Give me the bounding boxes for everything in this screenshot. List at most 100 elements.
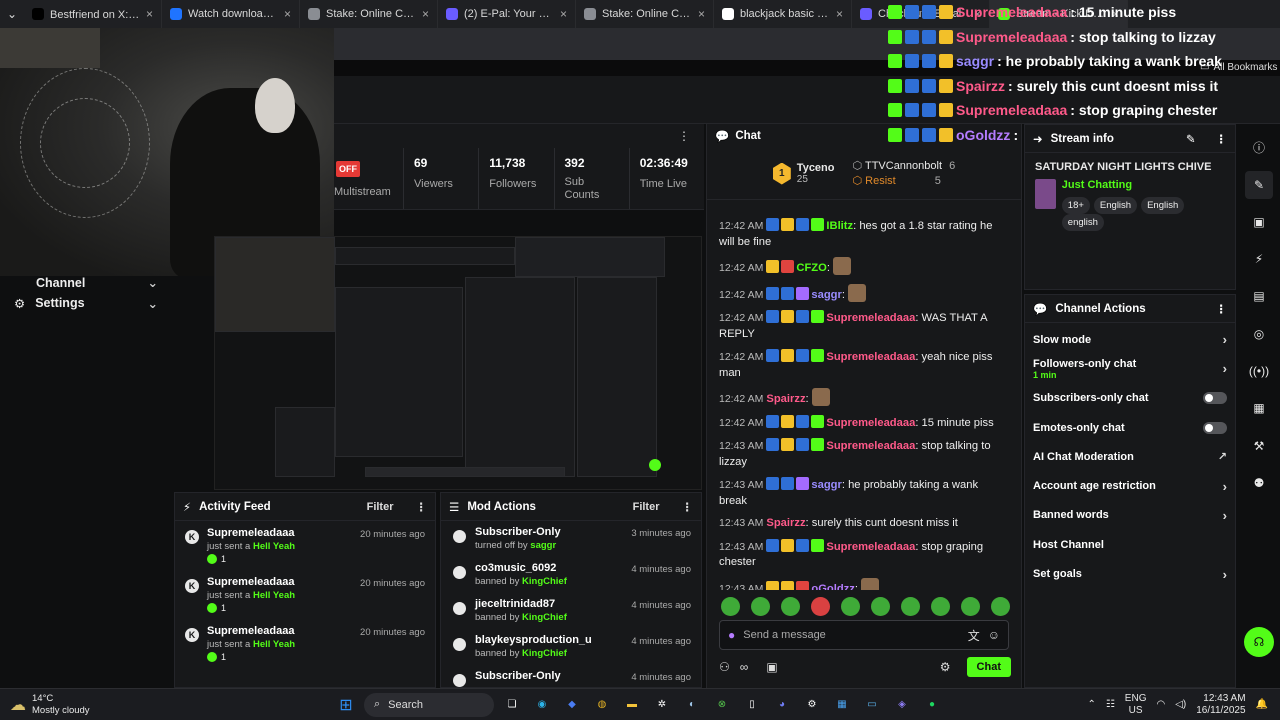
start-icon[interactable]: ⊞ bbox=[334, 693, 358, 717]
tab-search-icon[interactable]: ⌄ bbox=[0, 0, 24, 28]
close-icon[interactable]: × bbox=[560, 7, 567, 21]
message-username[interactable]: oGoldzz bbox=[811, 583, 855, 591]
emote-icon[interactable] bbox=[871, 597, 890, 616]
epic-icon[interactable]: ▯ bbox=[740, 693, 764, 717]
mic-icon[interactable]: ● bbox=[728, 628, 735, 642]
toggle-switch[interactable] bbox=[1203, 421, 1227, 434]
tray-chevron-icon[interactable]: ⌃ bbox=[1087, 699, 1095, 710]
chatgpt-icon[interactable]: ✲ bbox=[650, 693, 674, 717]
channel-action-item[interactable]: Subscribers-only chat bbox=[1025, 384, 1235, 413]
browser-tab[interactable]: Bestfriend on X: "🎀Kick × bbox=[24, 0, 162, 28]
channel-action-item[interactable]: Slow mode › bbox=[1025, 325, 1235, 354]
edit-icon[interactable]: ✎ bbox=[1245, 170, 1273, 199]
explorer-icon[interactable]: ▬ bbox=[620, 693, 644, 717]
users-icon[interactable]: ⚉ bbox=[1245, 469, 1273, 497]
sidebar-item-settings[interactable]: ⚙ Settings ⌄ bbox=[0, 290, 172, 316]
gift-icon[interactable]: ▣ bbox=[766, 660, 777, 674]
message-username[interactable]: IBlitz bbox=[826, 220, 853, 232]
edge-icon[interactable]: ◉ bbox=[530, 693, 554, 717]
emote-icon[interactable] bbox=[781, 597, 800, 616]
emote-icon[interactable] bbox=[901, 597, 920, 616]
translate-icon[interactable]: 文 bbox=[968, 627, 980, 644]
chat-icon[interactable]: ◎ bbox=[1245, 320, 1273, 348]
emoji-icon[interactable]: ☺ bbox=[988, 628, 1000, 642]
bolt-icon[interactable]: ⚡ bbox=[1245, 245, 1273, 273]
app-icon[interactable]: ◆ bbox=[560, 693, 584, 717]
folder-icon[interactable]: ▭ bbox=[860, 693, 884, 717]
filter-button[interactable]: Filter bbox=[367, 501, 394, 513]
camera-icon[interactable]: ▣ bbox=[1245, 208, 1273, 236]
toggle-switch[interactable] bbox=[1203, 392, 1227, 405]
message-username[interactable]: Supremeleadaaa bbox=[826, 351, 915, 363]
message-username[interactable]: Supremeleadaaa bbox=[826, 417, 915, 429]
discord-icon[interactable]: ◕ bbox=[770, 693, 794, 717]
support-icon[interactable]: ☊ bbox=[1244, 626, 1274, 657]
channel-action-item[interactable]: Banned words › bbox=[1025, 501, 1235, 530]
channel-action-item[interactable]: Emotes-only chat bbox=[1025, 413, 1235, 442]
more-icon[interactable]: ⋮ bbox=[1216, 302, 1228, 316]
close-icon[interactable]: × bbox=[698, 7, 705, 21]
emote-icon[interactable] bbox=[811, 597, 830, 616]
channel-action-item[interactable]: Followers-only chat 1 min › bbox=[1025, 354, 1235, 383]
close-icon[interactable]: × bbox=[284, 7, 291, 21]
category-link[interactable]: Just Chatting bbox=[1062, 179, 1225, 191]
language-indicator[interactable]: ENG US bbox=[1125, 693, 1147, 717]
more-icon[interactable]: ⋮ bbox=[678, 129, 690, 143]
mod-action-by[interactable]: KingChief bbox=[522, 648, 567, 659]
task-view-icon[interactable]: ❏ bbox=[500, 693, 524, 717]
layout-icon[interactable]: ▦ bbox=[1245, 394, 1273, 422]
browser-tab[interactable]: Stake: Online Casino & × bbox=[300, 0, 438, 28]
weather-widget[interactable]: ☁ 14°C Mostly cloudy bbox=[0, 693, 170, 717]
spotify-icon[interactable]: ● bbox=[920, 693, 944, 717]
more-icon[interactable]: ⋮ bbox=[682, 500, 694, 514]
message-username[interactable]: CFZO bbox=[796, 262, 826, 274]
message-username[interactable]: Spairzz bbox=[766, 393, 805, 405]
chat-send-button[interactable]: Chat bbox=[966, 657, 1011, 677]
channel-action-item[interactable]: Set goals › bbox=[1025, 559, 1235, 588]
emote-icon[interactable] bbox=[841, 597, 860, 616]
wifi-icon[interactable]: ◠ bbox=[1156, 699, 1165, 710]
clipboard-icon[interactable]: ▤ bbox=[1245, 282, 1273, 310]
gear-icon[interactable]: ⚙ bbox=[940, 660, 951, 674]
mod-action-by[interactable]: saggr bbox=[530, 540, 556, 551]
emote-icon[interactable] bbox=[721, 597, 740, 616]
xbox-icon[interactable]: ⊗ bbox=[710, 693, 734, 717]
wrench-icon[interactable]: ⚒ bbox=[1245, 432, 1273, 460]
volume-icon[interactable]: ◁) bbox=[1175, 699, 1186, 710]
channel-action-item[interactable]: Account age restriction › bbox=[1025, 471, 1235, 500]
channel-action-item[interactable]: AI Chat Moderation ↗ bbox=[1025, 442, 1235, 471]
close-icon[interactable]: × bbox=[146, 7, 153, 21]
filter-button[interactable]: Filter bbox=[633, 501, 660, 513]
browser-tab[interactable]: Stake: Online Casino & Sp × bbox=[576, 0, 714, 28]
users-icon[interactable]: ⚇ bbox=[719, 660, 730, 674]
chrome-icon[interactable]: ◍ bbox=[590, 693, 614, 717]
close-icon[interactable]: × bbox=[836, 7, 843, 21]
more-icon[interactable]: ⋮ bbox=[416, 500, 428, 514]
browser-tab[interactable]: Watch download (2) | Str × bbox=[162, 0, 300, 28]
emote-icon[interactable] bbox=[961, 597, 980, 616]
broadcast-icon[interactable]: ((•)) bbox=[1245, 357, 1273, 385]
mod-action-by[interactable]: KingChief bbox=[522, 612, 567, 623]
emote-icon[interactable] bbox=[751, 597, 770, 616]
stream-preview[interactable] bbox=[214, 236, 702, 490]
message-username[interactable]: Supremeleadaaa bbox=[826, 312, 915, 324]
mod-action-by[interactable]: KingChief bbox=[522, 576, 567, 587]
notification-icon[interactable]: 🔔 bbox=[1256, 699, 1268, 710]
emote-icon[interactable] bbox=[931, 597, 950, 616]
settings-icon[interactable]: ⚙ bbox=[800, 693, 824, 717]
taskbar-search[interactable]: ⌕ Search bbox=[364, 692, 494, 717]
channel-action-item[interactable]: Host Channel bbox=[1025, 530, 1235, 559]
clock[interactable]: 12:43 AM 16/11/2025 bbox=[1196, 693, 1245, 717]
infinity-icon[interactable]: ∞ bbox=[740, 660, 749, 674]
message-username[interactable]: saggr bbox=[811, 289, 841, 301]
store-icon[interactable]: ▦ bbox=[830, 693, 854, 717]
message-username[interactable]: Supremeleadaaa bbox=[826, 541, 915, 553]
message-username[interactable]: Supremeleadaaa bbox=[826, 440, 915, 452]
sidebar-item-channel[interactable]: Channel ⌄ bbox=[0, 276, 172, 290]
network-icon[interactable]: ☷ bbox=[1106, 699, 1115, 710]
browser-tab[interactable]: (2) E-Pal: Your Kind Teamm × bbox=[438, 0, 576, 28]
multistream-label[interactable]: Multistream bbox=[334, 186, 394, 198]
browser-tab[interactable]: blackjack basic strategy - × bbox=[714, 0, 852, 28]
message-username[interactable]: saggr bbox=[811, 479, 841, 491]
message-username[interactable]: Spairzz bbox=[766, 517, 805, 529]
